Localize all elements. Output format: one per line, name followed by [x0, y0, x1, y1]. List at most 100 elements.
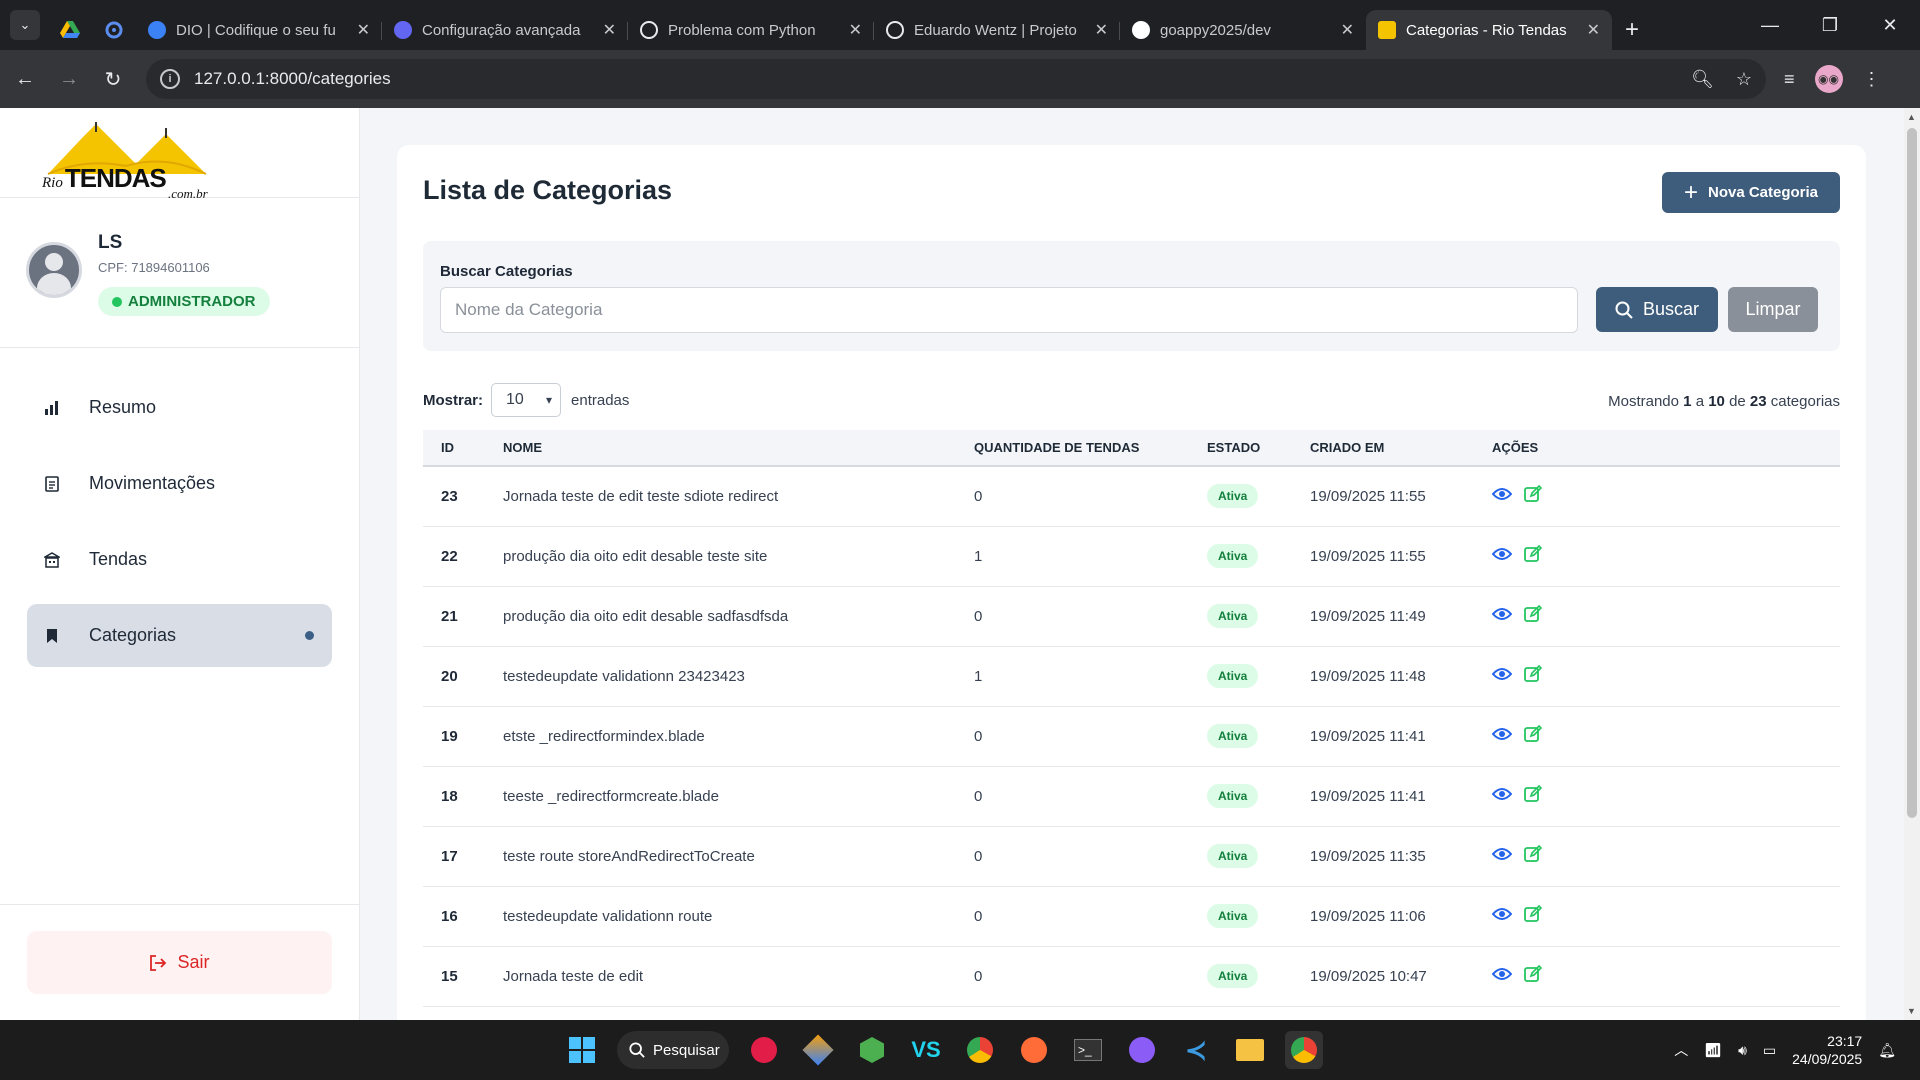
pinned-tab-drive[interactable] [48, 10, 92, 50]
edit-icon[interactable] [1524, 664, 1543, 687]
count-sep1: a [1695, 393, 1705, 410]
view-icon[interactable] [1491, 907, 1513, 925]
battery-icon[interactable]: ▭ [1763, 1042, 1776, 1059]
scroll-up-icon[interactable]: ▲ [1907, 112, 1916, 122]
search-button[interactable]: Buscar [1596, 287, 1718, 332]
edit-icon[interactable] [1524, 784, 1543, 807]
bookmark-star-icon[interactable]: ☆ [1736, 69, 1752, 90]
close-icon[interactable]: ✕ [1341, 20, 1354, 40]
visual-studio-icon[interactable]: VS [907, 1031, 945, 1069]
browser-tab-active[interactable]: Categorias - Rio Tendas ✕ [1366, 10, 1612, 50]
back-icon[interactable]: ← [6, 60, 44, 98]
edit-icon[interactable] [1524, 485, 1543, 507]
browser-tab[interactable]: Configuração avançada ✕ [382, 10, 628, 50]
chrome-icon[interactable] [961, 1031, 999, 1069]
new-category-button[interactable]: + Nova Categoria [1662, 172, 1840, 213]
view-icon[interactable] [1491, 967, 1513, 985]
forward-icon[interactable]: → [50, 60, 88, 98]
table-row: 23 Jornada teste de edit teste sdiote red… [423, 466, 1840, 526]
page-size-select[interactable]: 10 ▾ [491, 383, 562, 417]
start-menu-icon[interactable] [563, 1031, 601, 1069]
chrome-active-icon[interactable] [1285, 1031, 1323, 1069]
view-icon[interactable] [1491, 727, 1513, 745]
address-bar[interactable]: i 127.0.0.1:8000/categories 🔍︎ ☆ [146, 59, 1766, 99]
clear-button[interactable]: Limpar [1728, 287, 1818, 332]
taskbar-search[interactable]: Pesquisar [617, 1031, 729, 1069]
sidebar-item-movimentacoes[interactable]: Movimentações [27, 452, 332, 515]
page-scrollbar[interactable]: ▲ ▼ [1904, 108, 1920, 1020]
show-label: Mostrar: [423, 391, 484, 409]
wifi-icon[interactable]: 📶︎ [1704, 1042, 1722, 1059]
sidebar-item-tendas[interactable]: Tendas [27, 528, 332, 591]
column-header[interactable]: ID [423, 430, 485, 466]
new-tab-button[interactable]: + [1612, 10, 1652, 50]
close-icon[interactable]: ✕ [603, 20, 616, 40]
github-desktop-icon[interactable] [1123, 1031, 1161, 1069]
chevron-up-icon[interactable]: ︿ [1674, 1040, 1688, 1060]
close-window-icon[interactable]: ✕ [1860, 0, 1920, 50]
column-header[interactable]: NOME [485, 430, 956, 466]
minimize-icon[interactable]: — [1740, 0, 1800, 50]
git-client-icon[interactable] [799, 1031, 837, 1069]
table-row: 19 etste _redirectformindex.blade 0 Ativa 19… [423, 706, 1840, 766]
restore-icon[interactable]: ❐ [1800, 0, 1860, 50]
file-explorer-icon[interactable] [1231, 1031, 1269, 1069]
search-input[interactable] [440, 287, 1578, 333]
logo[interactable]: Rio TENDAS .com.br [0, 108, 359, 201]
edit-icon[interactable] [1524, 844, 1543, 867]
sidebar-item-resumo[interactable]: Resumo [27, 376, 332, 439]
zoom-icon[interactable]: 🔍︎ [1691, 69, 1714, 90]
view-icon[interactable] [1491, 847, 1513, 865]
profile-avatar[interactable]: ◉◉ [1814, 65, 1843, 93]
cell-id: 20 [441, 667, 458, 685]
tab-search-button[interactable]: ⌄ [10, 10, 40, 40]
volume-icon[interactable]: 🔊︎ [1738, 1042, 1747, 1059]
media-player-icon[interactable] [745, 1031, 783, 1069]
scrollbar-thumb[interactable] [1907, 128, 1917, 818]
column-header[interactable]: ESTADO [1189, 430, 1292, 466]
view-icon[interactable] [1491, 547, 1513, 565]
browser-tab[interactable]: Eduardo Wentz | Projeto ✕ [874, 10, 1120, 50]
view-icon[interactable] [1491, 667, 1513, 685]
edit-icon[interactable] [1524, 544, 1543, 567]
close-icon[interactable]: ✕ [1587, 20, 1600, 40]
edit-icon[interactable] [1524, 724, 1543, 747]
close-icon[interactable]: ✕ [357, 20, 370, 40]
edit-icon[interactable] [1524, 604, 1543, 627]
categories-table: ID NOME QUANTIDADE DE TENDAS ESTADO CRIA… [423, 430, 1840, 1007]
terminal-icon[interactable]: >_ [1069, 1031, 1107, 1069]
reload-icon[interactable]: ↻ [94, 60, 132, 98]
column-header[interactable]: QUANTIDADE DE TENDAS [956, 430, 1189, 466]
view-icon[interactable] [1491, 607, 1513, 625]
cell-name: etste _redirectformindex.blade [503, 727, 705, 745]
close-icon[interactable]: ✕ [849, 20, 862, 40]
site-info-icon[interactable]: i [160, 69, 180, 89]
search-label: Buscar Categorias [440, 263, 573, 280]
column-header[interactable]: CRIADO EM [1292, 430, 1474, 466]
browser-tab[interactable]: goappy2025/dev ✕ [1120, 10, 1366, 50]
view-icon[interactable] [1491, 487, 1513, 505]
browser-tab[interactable]: DIO | Codifique o seu fu ✕ [136, 10, 382, 50]
scroll-down-icon[interactable]: ▼ [1907, 1006, 1916, 1016]
close-icon[interactable]: ✕ [1095, 20, 1108, 40]
table-row: 16 testedeupdate validationn route 0 Ativa 1… [423, 886, 1840, 946]
edit-icon[interactable] [1524, 964, 1543, 987]
nodejs-icon[interactable] [853, 1031, 891, 1069]
user-role: ADMINISTRADOR [128, 293, 256, 310]
sidebar-item-categorias[interactable]: Categorias [27, 604, 332, 667]
vscode-icon[interactable]: ≺ [1177, 1031, 1215, 1069]
cell-created: 19/09/2025 11:41 [1310, 727, 1426, 745]
cell-quantity: 0 [974, 487, 983, 505]
browser-menu-icon[interactable]: ⋮ [1863, 69, 1881, 90]
edit-icon[interactable] [1524, 904, 1543, 927]
windows-taskbar: Pesquisar VS >_ ≺ ︿ 📶︎ 🔊︎ ▭ 23:17 24/09/… [0, 1020, 1920, 1080]
browser-tab[interactable]: Problema com Python ✕ [628, 10, 874, 50]
logout-button[interactable]: Sair [27, 931, 332, 994]
view-icon[interactable] [1491, 787, 1513, 805]
media-control-icon[interactable]: ≡ [1784, 69, 1795, 90]
pinned-tab-sync[interactable] [92, 10, 136, 50]
cell-status: Ativa [1189, 946, 1292, 1006]
clock[interactable]: 23:17 24/09/2025 [1792, 1032, 1862, 1068]
notification-bell-icon[interactable]: 🔔︎ [1878, 1042, 1896, 1059]
postman-icon[interactable] [1015, 1031, 1053, 1069]
